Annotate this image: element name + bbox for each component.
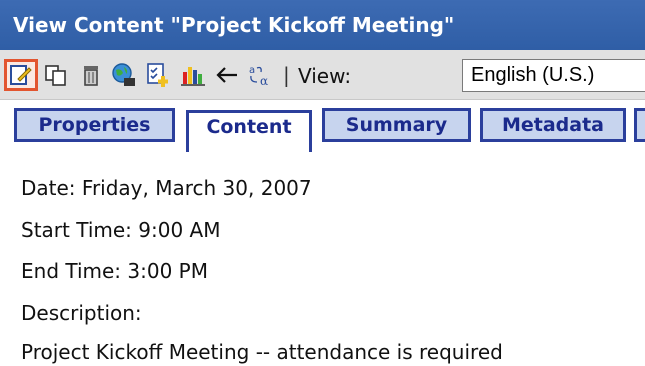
language-select[interactable]: English (U.S.) xyxy=(462,59,645,92)
globe-icon[interactable] xyxy=(111,62,137,88)
tab-content[interactable]: Content xyxy=(186,110,312,152)
tab-summary[interactable]: Summary xyxy=(322,108,471,142)
tab-metadata[interactable]: Metadata xyxy=(480,108,626,142)
content-description-label: Description: xyxy=(21,301,142,325)
tab-bar: Properties Content Summary Metadata xyxy=(0,100,645,152)
delete-icon[interactable] xyxy=(78,62,104,88)
content-date: Date: Friday, March 30, 2007 xyxy=(21,176,312,200)
window-title: View Content "Project Kickoff Meeting" xyxy=(0,0,645,50)
back-arrow-icon[interactable] xyxy=(214,62,240,88)
tab-properties[interactable]: Properties xyxy=(14,108,175,142)
toolbar-separator: | xyxy=(283,63,290,87)
view-label: View: xyxy=(298,64,352,88)
translate-icon[interactable]: aα xyxy=(247,62,273,88)
copy-icon[interactable] xyxy=(43,62,69,88)
chart-icon[interactable] xyxy=(180,62,206,88)
toolbar: aα | View: English (U.S.) xyxy=(0,50,645,100)
svg-text:a: a xyxy=(249,65,255,76)
content-end-time: End Time: 3:00 PM xyxy=(21,259,208,283)
tab-overflow[interactable] xyxy=(634,108,645,142)
content-description: Project Kickoff Meeting -- attendance is… xyxy=(21,340,503,364)
svg-text:α: α xyxy=(260,74,268,88)
content-start-time: Start Time: 9:00 AM xyxy=(21,218,221,242)
edit-icon[interactable] xyxy=(4,59,38,91)
checklist-add-icon[interactable] xyxy=(145,62,171,88)
